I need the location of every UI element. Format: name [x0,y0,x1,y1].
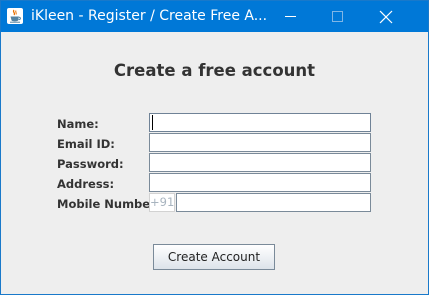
password-label: Password: [57,157,124,171]
minimize-icon [284,16,296,17]
name-label: Name: [57,117,99,131]
close-icon [379,10,393,23]
text-caret [152,115,153,130]
window-title: iKleen - Register / Create Free A... [31,8,268,24]
close-button[interactable] [363,1,409,32]
create-account-button[interactable]: Create Account [153,244,275,270]
email-label: Email ID: [57,137,115,151]
name-field[interactable] [149,113,371,132]
register-window: iKleen - Register / Create Free A... Cre… [0,0,429,295]
page-title: Create a free account [113,61,316,80]
maximize-button[interactable] [314,1,360,32]
address-label: Address: [57,177,115,191]
minimize-button[interactable] [267,1,313,32]
form-panel: Create a free account Name: Email ID: Pa… [1,32,428,294]
country-code-prefix: +91 [149,193,175,212]
email-field[interactable] [149,133,371,152]
mobile-number-field[interactable] [176,193,371,212]
java-cup-icon [7,8,23,24]
maximize-icon [331,11,343,22]
password-field[interactable] [149,153,371,172]
mobile-number-label: Mobile Number: [57,197,161,211]
title-bar[interactable]: iKleen - Register / Create Free A... [1,1,428,32]
address-field[interactable] [149,173,371,192]
